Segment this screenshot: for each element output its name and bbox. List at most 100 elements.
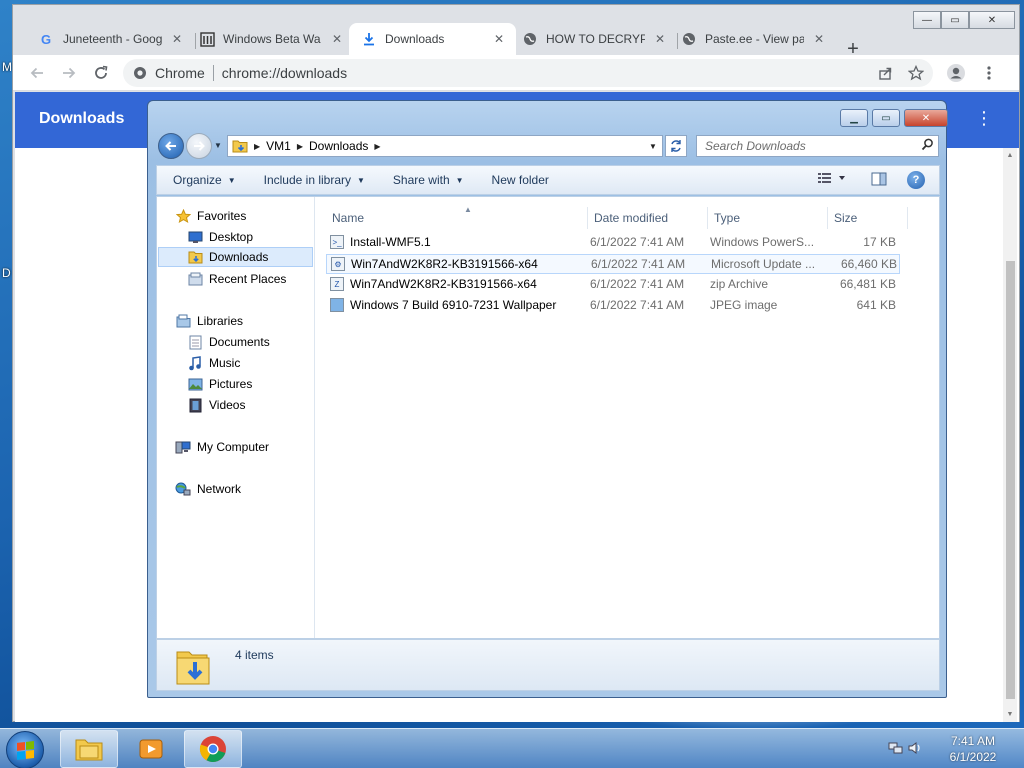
close-icon[interactable]: ✕ — [170, 32, 184, 46]
file-row[interactable]: Windows 7 Build 6910-7231 Wallpaper 6/1/… — [326, 296, 900, 316]
omnibox-url[interactable]: chrome://downloads — [222, 65, 347, 81]
share-with-label: Share with — [392, 173, 450, 187]
desktop-icon-label-m: M — [2, 60, 12, 74]
scrollbar-thumb[interactable] — [1006, 261, 1015, 699]
breadcrumb-separator[interactable]: ▶ — [254, 142, 260, 151]
close-icon[interactable]: ✕ — [330, 32, 344, 46]
volume-icon[interactable] — [907, 742, 923, 758]
omnibox-separator — [212, 65, 214, 81]
tab-juneteenth[interactable]: G Juneteenth - Goog ✕ — [27, 23, 194, 55]
chrome-menu-button[interactable] — [977, 61, 1001, 85]
network-tray-icon[interactable] — [888, 742, 907, 758]
nav-libraries[interactable]: Libraries — [175, 311, 243, 331]
explorer-minimize-button[interactable]: ▁ — [840, 109, 868, 127]
column-header-size[interactable]: Size — [828, 207, 908, 229]
nav-my-computer-label: My Computer — [197, 440, 270, 454]
chrome-icon — [199, 736, 226, 763]
nav-desktop[interactable]: Desktop — [187, 227, 253, 247]
address-bar[interactable]: ▶ VM1 ▶ Downloads ▶ ▼ — [227, 135, 663, 157]
close-icon[interactable]: ✕ — [812, 32, 826, 46]
nav-recent-places-label: Recent Places — [209, 272, 287, 286]
breadcrumb-vm1[interactable]: VM1 — [266, 139, 291, 153]
tab-paste-ee[interactable]: Paste.ee - View pa ✕ — [669, 23, 836, 55]
breadcrumb-separator[interactable]: ▶ — [374, 142, 380, 151]
organize-button[interactable]: Organize ▼ — [161, 173, 248, 187]
nav-my-computer[interactable]: My Computer — [175, 437, 269, 457]
preview-pane-icon — [871, 172, 887, 186]
page-scrollbar[interactable]: ▲ ▼ — [1003, 148, 1017, 722]
breadcrumb-separator[interactable]: ▶ — [297, 142, 303, 151]
tab-how-to-decrypt[interactable]: HOW TO DECRYPT ✕ — [510, 23, 677, 55]
nav-pictures[interactable]: Pictures — [187, 374, 252, 394]
nav-downloads[interactable]: Downloads — [158, 247, 313, 267]
file-size: 66,460 KB — [840, 257, 897, 271]
search-icon[interactable] — [921, 138, 934, 154]
explorer-close-button[interactable]: ✕ — [904, 109, 948, 127]
explorer-back-button[interactable] — [158, 133, 184, 159]
nav-recent-places[interactable]: Recent Places — [187, 269, 286, 289]
start-button[interactable] — [6, 731, 44, 768]
refresh-button[interactable] — [665, 135, 687, 157]
documents-icon — [187, 334, 203, 350]
profile-button[interactable] — [944, 61, 968, 85]
file-row[interactable]: >_ Install-WMF5.1 6/1/2022 7:41 AM Windo… — [326, 233, 900, 253]
file-row[interactable]: Z Win7AndW2K8R2-KB3191566-x64 6/1/2022 7… — [326, 275, 900, 295]
recent-pages-dropdown[interactable]: ▼ — [214, 141, 222, 150]
nav-videos[interactable]: Videos — [187, 395, 245, 415]
forward-button[interactable] — [57, 61, 81, 85]
nav-music-label: Music — [209, 356, 241, 370]
taskbar-explorer[interactable] — [60, 730, 118, 768]
explorer-maximize-button[interactable]: ▭ — [872, 109, 900, 127]
nav-pictures-label: Pictures — [209, 377, 253, 391]
help-button[interactable]: ? — [907, 171, 925, 189]
tab-title: Paste.ee - View pa — [705, 32, 804, 46]
nav-favorites[interactable]: Favorites — [175, 206, 246, 226]
file-size: 17 KB — [863, 235, 896, 249]
breadcrumb-downloads[interactable]: Downloads — [309, 139, 368, 153]
system-clock[interactable]: 7:41 AM 6/1/2022 — [932, 733, 1014, 765]
reload-button[interactable] — [89, 61, 113, 85]
share-with-button[interactable]: Share with ▼ — [381, 173, 476, 187]
file-type: Windows PowerS... — [710, 235, 815, 249]
taskbar-chrome[interactable] — [184, 730, 242, 768]
scroll-up-icon[interactable]: ▲ — [1005, 152, 1015, 159]
scroll-down-icon[interactable]: ▼ — [1005, 711, 1015, 718]
include-in-library-button[interactable]: Include in library ▼ — [252, 173, 377, 187]
nav-network[interactable]: Network — [175, 479, 241, 499]
refresh-icon — [671, 140, 681, 152]
sort-ascending-icon: ▲ — [464, 205, 472, 214]
close-icon[interactable]: ✕ — [653, 32, 667, 46]
explorer-forward-button[interactable] — [186, 133, 212, 159]
file-list: Name ▲ Date modified Type Size >_ Instal… — [316, 197, 939, 638]
tab-windows-beta[interactable]: Windows Beta Wa ✕ — [187, 23, 354, 55]
downloads-folder-icon — [176, 651, 210, 685]
file-name-cell: >_ Install-WMF5.1 — [330, 235, 580, 249]
file-row[interactable]: ⚙ Win7AndW2K8R2-KB3191566-x64 6/1/2022 7… — [326, 254, 900, 274]
tab-title: HOW TO DECRYPT — [546, 32, 645, 46]
column-type-label: Type — [714, 211, 741, 225]
share-button[interactable] — [873, 61, 897, 85]
downloads-page-title: Downloads — [39, 110, 125, 127]
tab-downloads[interactable]: Downloads ✕ — [349, 23, 516, 55]
back-button[interactable] — [25, 61, 49, 85]
change-view-button[interactable] — [817, 171, 849, 188]
address-dropdown[interactable]: ▼ — [644, 142, 662, 151]
script-file-icon: >_ — [330, 235, 344, 249]
new-folder-button[interactable]: New folder — [480, 173, 561, 187]
downloads-menu-button[interactable]: ⋮ — [975, 108, 993, 129]
downloads-folder-icon — [187, 249, 203, 265]
search-input[interactable]: Search Downloads — [696, 135, 939, 157]
nav-documents[interactable]: Documents — [187, 332, 270, 352]
close-icon[interactable]: ✕ — [492, 32, 506, 46]
bookmark-button[interactable] — [904, 61, 928, 85]
file-date: 6/1/2022 7:41 AM — [590, 235, 685, 249]
clock-time: 7:41 AM — [950, 734, 996, 748]
nav-music[interactable]: Music — [187, 353, 240, 373]
column-header-date[interactable]: Date modified — [588, 207, 708, 229]
column-header-name[interactable]: Name ▲ — [326, 205, 588, 229]
column-header-type[interactable]: Type — [708, 207, 828, 229]
preview-pane-button[interactable] — [871, 171, 887, 190]
file-date: 6/1/2022 7:41 AM — [590, 277, 685, 291]
omnibox[interactable]: Chrome chrome://downloads — [123, 59, 933, 87]
taskbar-media-player[interactable] — [122, 730, 180, 768]
